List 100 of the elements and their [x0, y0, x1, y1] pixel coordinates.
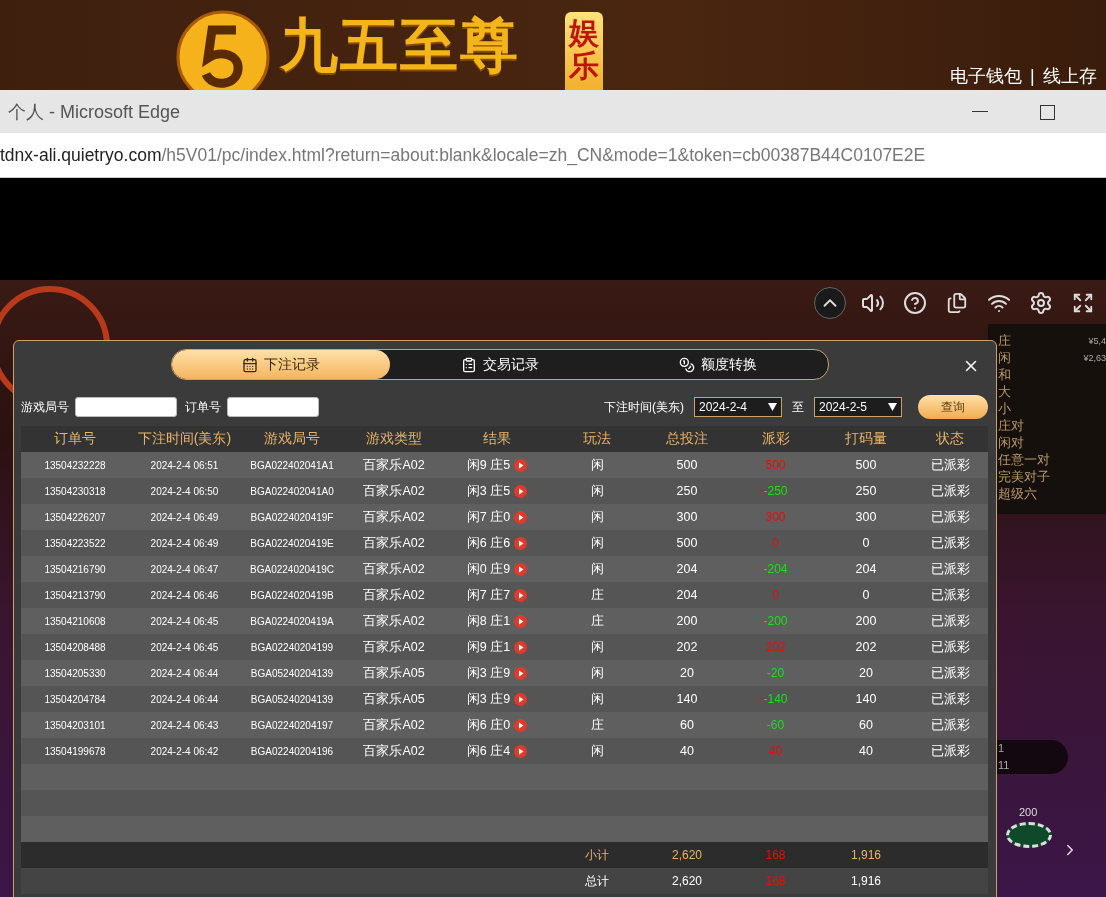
bet-type: 小: [998, 399, 1011, 418]
maximize-button[interactable]: [1040, 105, 1055, 120]
field-label: 订单号: [185, 398, 221, 416]
road-count: 11: [998, 758, 1011, 773]
calendar-icon: [241, 356, 258, 373]
tab[interactable]: 下注记录: [171, 350, 391, 379]
table-cell-text: 202: [854, 640, 878, 654]
table-cell-text: 168: [764, 848, 787, 862]
date-select[interactable]: 2024-2-5: [814, 397, 902, 417]
table-cell-text: 已派彩: [929, 638, 971, 656]
table-cell-text: 2024-2-4 06:42: [149, 745, 220, 757]
table-cell-text: 2,620: [671, 874, 703, 888]
table-cell-text: BGA022402041A1: [249, 459, 335, 471]
play-icon[interactable]: [514, 536, 528, 550]
query-button[interactable]: 查询: [918, 395, 988, 419]
play-icon[interactable]: [514, 458, 528, 472]
table-cell-text: 60: [858, 718, 874, 732]
table-cell-text: 2024-2-4 06:43: [149, 719, 220, 731]
table-cell-text: 闲: [589, 690, 605, 708]
table-cell-text: 2024-2-4 06:46: [149, 589, 220, 601]
table-cell-text: 204: [675, 588, 699, 602]
table-cell-text: BGA05240204139: [249, 693, 335, 705]
table-cell-text: 200: [675, 614, 699, 628]
table-cell-text: 500: [764, 458, 787, 472]
date-select[interactable]: 2024-2-4: [694, 397, 782, 417]
table-cell: 闲9 庄5: [466, 456, 511, 474]
play-icon[interactable]: [514, 692, 528, 706]
table-cell-text: 0: [861, 588, 871, 602]
bet-amount: ¥5,4: [1088, 335, 1106, 346]
caret-icon: [768, 403, 777, 411]
table-cell-text: 百家乐A02: [362, 612, 426, 630]
table-cell-text: 已派彩: [929, 716, 971, 734]
bet-type: 庄对: [998, 416, 1024, 435]
table-cell-text: 13504223522: [43, 537, 107, 549]
table-cell-text: 已派彩: [929, 664, 971, 682]
table-cell-text: 闲: [589, 456, 605, 474]
nav-link[interactable]: 电子钱包: [950, 64, 1022, 88]
table-cell-text: 13504230318: [43, 485, 107, 497]
coins-icon: [679, 356, 696, 373]
table-cell-text: -140: [762, 692, 789, 706]
table-cell-text: 2,620: [671, 848, 703, 862]
bet-type: 超级六: [998, 484, 1037, 503]
table-cell-text: 2024-2-4 06:47: [149, 563, 220, 575]
table-cell-text: 20: [858, 666, 874, 680]
bet-type: 闲对: [998, 433, 1024, 452]
bet-amount: ¥2,63: [1083, 352, 1106, 363]
table-cell-text: 已派彩: [929, 456, 971, 474]
table-cell-text: 闲: [589, 664, 605, 682]
table-cell: 闲6 庄6: [466, 534, 511, 552]
table-cell-text: 0: [861, 536, 871, 550]
table-cell-text: BGA0224020419A: [249, 615, 335, 627]
column-header: 下注时间(美东): [136, 430, 233, 448]
logo-badge: 娱乐: [565, 12, 603, 90]
play-icon[interactable]: [514, 718, 528, 732]
table-cell-text: 13504205330: [43, 667, 107, 679]
table-cell-text: -20: [765, 666, 786, 680]
table-cell-text: 百家乐A02: [362, 560, 426, 578]
table-cell-text: 百家乐A05: [362, 664, 426, 682]
table-cell-text: 百家乐A02: [362, 508, 426, 526]
table-cell-text: 闲: [589, 508, 605, 526]
table-cell-text: BGA0224020419F: [249, 511, 335, 523]
table-cell: 闲9 庄1: [466, 638, 511, 656]
play-icon[interactable]: [514, 640, 528, 654]
table-cell-text: 250: [675, 484, 699, 498]
input-field[interactable]: [75, 397, 177, 417]
play-icon[interactable]: [514, 614, 528, 628]
play-icon[interactable]: [514, 484, 528, 498]
play-icon[interactable]: [514, 744, 528, 758]
table-cell-text: 204: [675, 562, 699, 576]
table-cell-text: 2024-2-4 06:44: [149, 667, 220, 679]
table-cell-text: 20: [679, 666, 695, 680]
play-icon[interactable]: [514, 562, 528, 576]
table-cell: 闲3 庄9: [466, 690, 511, 708]
table-cell-text: 百家乐A02: [362, 456, 426, 474]
play-icon[interactable]: [514, 588, 528, 602]
road-count: 1: [998, 741, 1006, 756]
column-header: 结果: [482, 430, 512, 448]
input-field[interactable]: [227, 397, 319, 417]
table-cell-text: 40: [858, 744, 874, 758]
table-cell-text: 250: [854, 484, 878, 498]
table-cell-text: 已派彩: [929, 560, 971, 578]
total-label: 总计: [584, 872, 610, 890]
tab[interactable]: 额度转换: [608, 350, 828, 379]
tab[interactable]: 交易记录: [390, 350, 609, 379]
table-cell-text: 13504213790: [43, 589, 107, 601]
field-label: 下注时间(美东): [604, 398, 684, 416]
play-icon[interactable]: [514, 666, 528, 680]
table-cell-text: BGA0224020419B: [249, 589, 335, 601]
table-cell: 闲0 庄9: [466, 560, 511, 578]
table-cell-text: 2024-2-4 06:50: [149, 485, 220, 497]
table-cell-text: -204: [762, 562, 789, 576]
nav-link[interactable]: 线上存: [1042, 64, 1097, 88]
table-cell-text: 已派彩: [929, 586, 971, 604]
play-icon[interactable]: [514, 510, 528, 524]
table-cell-text: 已派彩: [929, 742, 971, 760]
table-cell: 闲7 庄7: [466, 586, 511, 604]
table-cell-text: 13504203101: [43, 719, 107, 731]
column-header: 游戏类型: [365, 430, 423, 448]
column-header: 总投注: [665, 430, 709, 448]
table-cell-text: 已派彩: [929, 508, 971, 526]
